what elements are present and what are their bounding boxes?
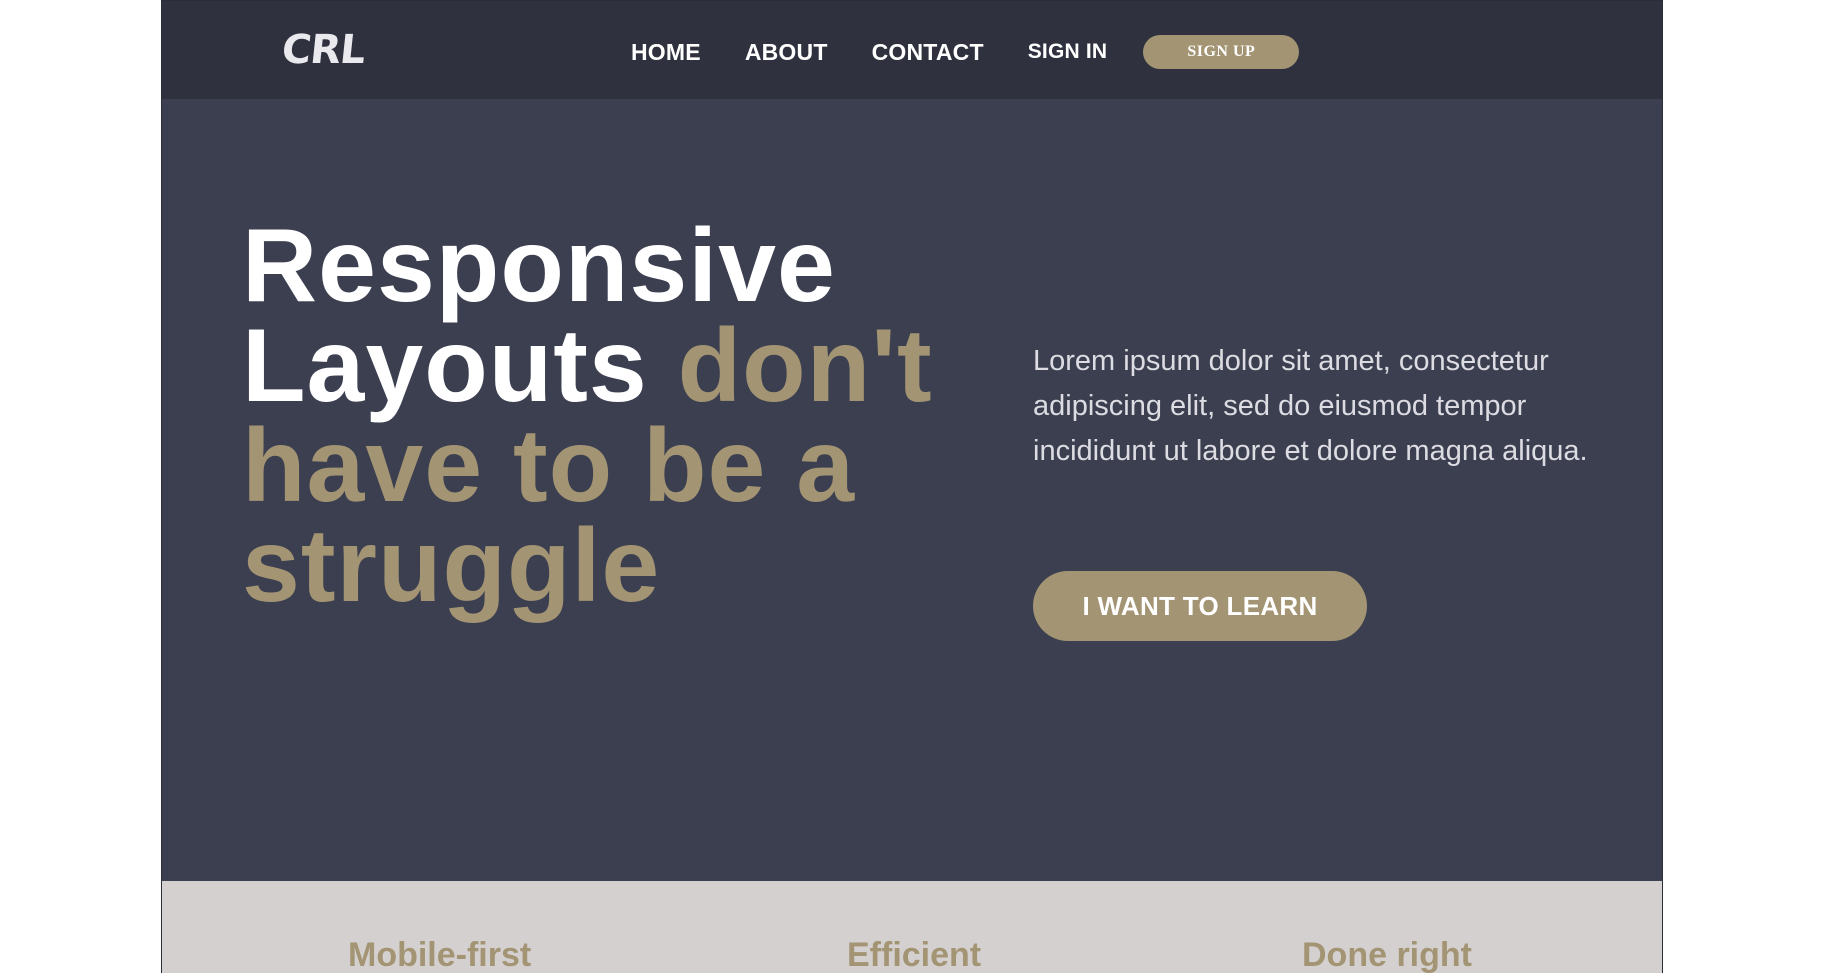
learn-button[interactable]: I WANT TO LEARN: [1033, 571, 1367, 641]
sign-up-button[interactable]: SIGN UP: [1143, 35, 1300, 69]
feature-title-mobile-first: Mobile-first: [348, 936, 532, 973]
feature-title-done-right: Done right: [1302, 936, 1472, 973]
nav-about-link[interactable]: ABOUT: [745, 37, 828, 67]
sign-in-link[interactable]: SIGN IN: [1028, 37, 1108, 67]
feature-title-efficient: Efficient: [847, 936, 982, 973]
hero-description: Lorem ipsum dolor sit amet, consectetur …: [1033, 345, 1588, 467]
features-section: Mobile-first Efficient Done right: [162, 881, 1662, 973]
logo[interactable]: CRL: [279, 25, 367, 75]
hero-title: Responsive Layouts don't have to be a st…: [242, 214, 962, 618]
nav-home-link[interactable]: HOME: [631, 37, 701, 67]
site-header: CRL HOME ABOUT CONTACT SIGN IN SIGN UP: [162, 1, 1662, 99]
page-frame: CRL HOME ABOUT CONTACT SIGN IN SIGN UP R…: [161, 0, 1663, 973]
main-nav: HOME ABOUT CONTACT SIGN IN SIGN UP: [631, 35, 1300, 69]
nav-contact-link[interactable]: CONTACT: [872, 37, 984, 67]
